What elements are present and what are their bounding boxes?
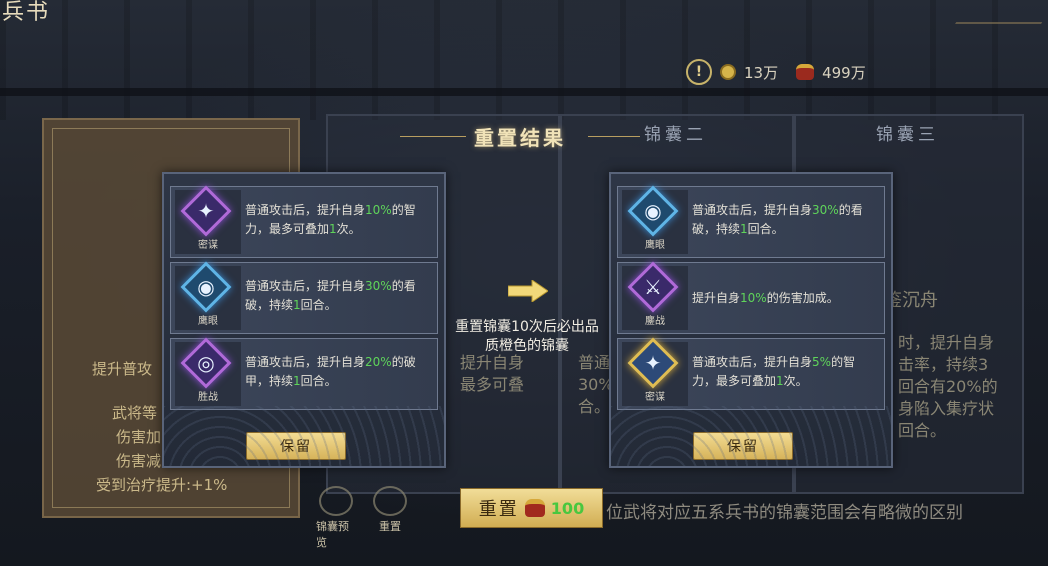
after-reset-panel: ◉ 鹰眼 普通攻击后，提升自身30%的看破，持续1回合。 ⚔ 鏖战 提升自身10… [609,172,893,468]
bg-col3-line: 回合。 [898,421,947,440]
bg-column-2-header: 锦囊二 [644,125,707,145]
pouch-icon [524,499,545,517]
bg-col3-line: 时，提升自身 [898,333,995,352]
reset-shortcut-button[interactable]: 重置 [370,486,410,550]
skill-row[interactable]: ✦ 密谋 普通攻击后，提升自身5%的智力，最多可叠加1次。 [617,337,885,410]
background-rail [0,88,1048,96]
keep-after-button[interactable]: 保留 [693,432,793,460]
reset-button[interactable]: 重置 100 [460,488,603,528]
eagle-eye-skill-icon: ◉ 鹰眼 [622,185,688,254]
coin-icon [720,64,736,80]
skill-description: 普通攻击后，提升自身30%的看破，持续1回合。 [692,203,863,236]
pouch-amount: 499万 [822,63,866,82]
reset-icon [373,486,407,516]
strategy-skill-icon: ✦ 密谋 [622,337,688,406]
bg-left-line: 伤害减 [116,452,162,470]
reset-label: 重置 [478,499,519,520]
guarantee-notice: 重置锦囊10次后必出品质橙色的锦囊 [455,319,599,354]
skill-row[interactable]: ✦ 密谋 普通攻击后，提升自身10%的智力，最多可叠加1次。 [170,185,438,258]
pouch-icon [796,64,815,80]
page-title: 兵书 [2,0,51,25]
skill-row[interactable]: ◉ 鹰眼 普通攻击后，提升自身30%的看破，持续1回合。 [617,185,885,258]
bg-col2-line: 合。 [578,397,611,416]
coin-amount: 13万 [744,63,779,82]
eagle-eye-skill-icon: ◉ 鹰眼 [175,261,241,330]
pouch-preview-button[interactable]: 锦囊预览 [316,486,356,550]
info-icon[interactable]: ! [686,59,712,85]
skill-description: 普通攻击后，提升自身5%的智力，最多可叠加1次。 [692,355,856,388]
currency-bar: ! 13万 499万 [686,58,866,86]
keep-before-button[interactable]: 保留 [246,432,346,460]
pouch-preview-icon [319,486,353,516]
title-right-line [588,136,640,137]
bg-col3-line: 回合有20%的 [898,377,998,396]
strategy-skill-icon: ✦ 密谋 [175,185,241,254]
victory-skill-icon: ◎ 胜战 [175,337,241,406]
bg-column-3-header: 锦囊三 [876,125,939,145]
skill-row[interactable]: ◎ 胜战 普通攻击后，提升自身20%的破甲，持续1回合。 [170,337,438,410]
bg-left-label: 提升普攻 [92,360,153,378]
skill-description: 普通攻击后，提升自身30%的看破，持续1回合。 [245,279,416,312]
bg-col3-line: 身陷入集疗状 [898,399,995,418]
bg-left-line: 受到治疗提升:+1% [96,476,228,494]
bg-left-line: 伤害加 [116,428,162,446]
result-title: 重置结果 [474,126,566,150]
skill-row[interactable]: ◉ 鹰眼 普通攻击后，提升自身30%的看破，持续1回合。 [170,261,438,334]
title-left-line [400,136,466,137]
bottom-icon-bar: 锦囊预览 重置 [316,486,410,550]
skill-description: 提升自身10%的伤害加成。 [692,291,839,305]
arrow-right-icon [508,280,548,302]
range-note: 位武将对应五系兵书的锦囊范围会有略微的区别 [606,503,963,523]
before-reset-panel: ✦ 密谋 普通攻击后，提升自身10%的智力，最多可叠加1次。 ◉ 鹰眼 普通攻击… [162,172,446,468]
bg-left-line: 武将等 [112,404,158,422]
bg-mid-line: 最多可叠 [460,375,525,394]
skill-row[interactable]: ⚔ 鏖战 提升自身10%的伤害加成。 [617,261,885,334]
bg-col3-line: 击率，持续3 [898,355,989,374]
skill-description: 普通攻击后，提升自身20%的破甲，持续1回合。 [245,355,416,388]
skill-description: 普通攻击后，提升自身10%的智力，最多可叠加1次。 [245,203,416,236]
reset-cost: 100 [550,498,585,518]
top-right-ornament [955,0,1048,24]
background-beams [0,0,1048,120]
fierce-battle-skill-icon: ⚔ 鏖战 [622,261,688,330]
